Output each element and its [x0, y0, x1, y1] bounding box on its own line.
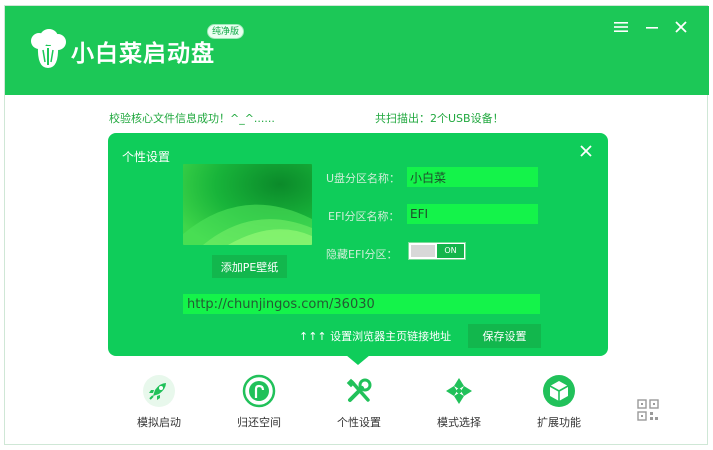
toolbar-label: 扩展功能	[537, 416, 581, 429]
close-icon	[580, 145, 592, 157]
homepage-url-input[interactable]	[183, 294, 540, 314]
toggle-knob	[411, 245, 435, 257]
minimize-icon	[646, 27, 658, 29]
toolbar-item-personalize[interactable]: 个性设置	[319, 374, 399, 430]
app-title: 小白菜启动盘	[71, 41, 215, 67]
hide-efi-toggle[interactable]: ON	[408, 242, 466, 260]
menu-button[interactable]	[612, 18, 630, 36]
dialog-title: 个性设置	[122, 150, 171, 164]
toolbar-label: 模式选择	[437, 416, 481, 429]
hide-efi-label: 隐藏EFI分区：	[326, 248, 398, 261]
status-message-left: 校验核心文件信息成功！^_^......	[109, 112, 275, 125]
toolbar-item-restore-space[interactable]: 归还空间	[219, 374, 299, 430]
save-settings-button[interactable]: 保存设置	[468, 324, 541, 348]
app-window: 小白菜启动盘 纯净版 校验核心文件信息成功！^_^...... 共扫描出：2个U…	[4, 5, 709, 445]
pe-wallpaper-preview[interactable]	[183, 164, 312, 245]
close-icon	[675, 21, 687, 33]
dialog-pointer	[346, 355, 370, 365]
toolbar-item-simulate-boot[interactable]: 模拟启动	[119, 374, 199, 430]
qr-code-icon[interactable]	[637, 399, 659, 421]
cabbage-logo-icon	[31, 29, 66, 68]
title-bar: 小白菜启动盘 纯净版	[5, 6, 709, 95]
edition-badge: 纯净版	[207, 24, 245, 39]
u-partition-name-label: U盘分区名称：	[326, 172, 401, 185]
efi-partition-name-label: EFI分区名称：	[328, 210, 400, 223]
dialog-close-button[interactable]	[576, 143, 596, 163]
toggle-state: ON	[437, 244, 464, 258]
efi-partition-name-input[interactable]	[407, 204, 538, 224]
close-button[interactable]	[672, 18, 690, 36]
restore-space-icon	[242, 374, 276, 408]
personalize-dialog: 个性设置 添加PE壁纸 U盘分区名称： EFI分区名称： 隐藏EFI	[108, 133, 608, 365]
u-partition-name-input[interactable]	[407, 167, 538, 187]
status-message-right: 共扫描出：2个USB设备！	[375, 112, 504, 125]
toolbar-label: 归还空间	[237, 416, 281, 429]
toolbar-item-mode-select[interactable]: 模式选择	[419, 374, 499, 430]
tools-icon	[346, 378, 372, 402]
homepage-url-hint: ↑↑↑ 设置浏览器主页链接地址	[299, 330, 452, 343]
rocket-icon	[143, 375, 175, 407]
cube-icon	[543, 375, 575, 407]
mode-grid-icon	[446, 378, 472, 404]
minimize-button[interactable]	[643, 18, 661, 36]
toolbar-item-extensions[interactable]: 扩展功能	[519, 374, 599, 430]
menu-icon	[614, 22, 628, 32]
toolbar-label: 个性设置	[337, 416, 381, 429]
add-pe-wallpaper-button[interactable]: 添加PE壁纸	[212, 255, 287, 278]
toolbar-label: 模拟启动	[137, 416, 181, 429]
